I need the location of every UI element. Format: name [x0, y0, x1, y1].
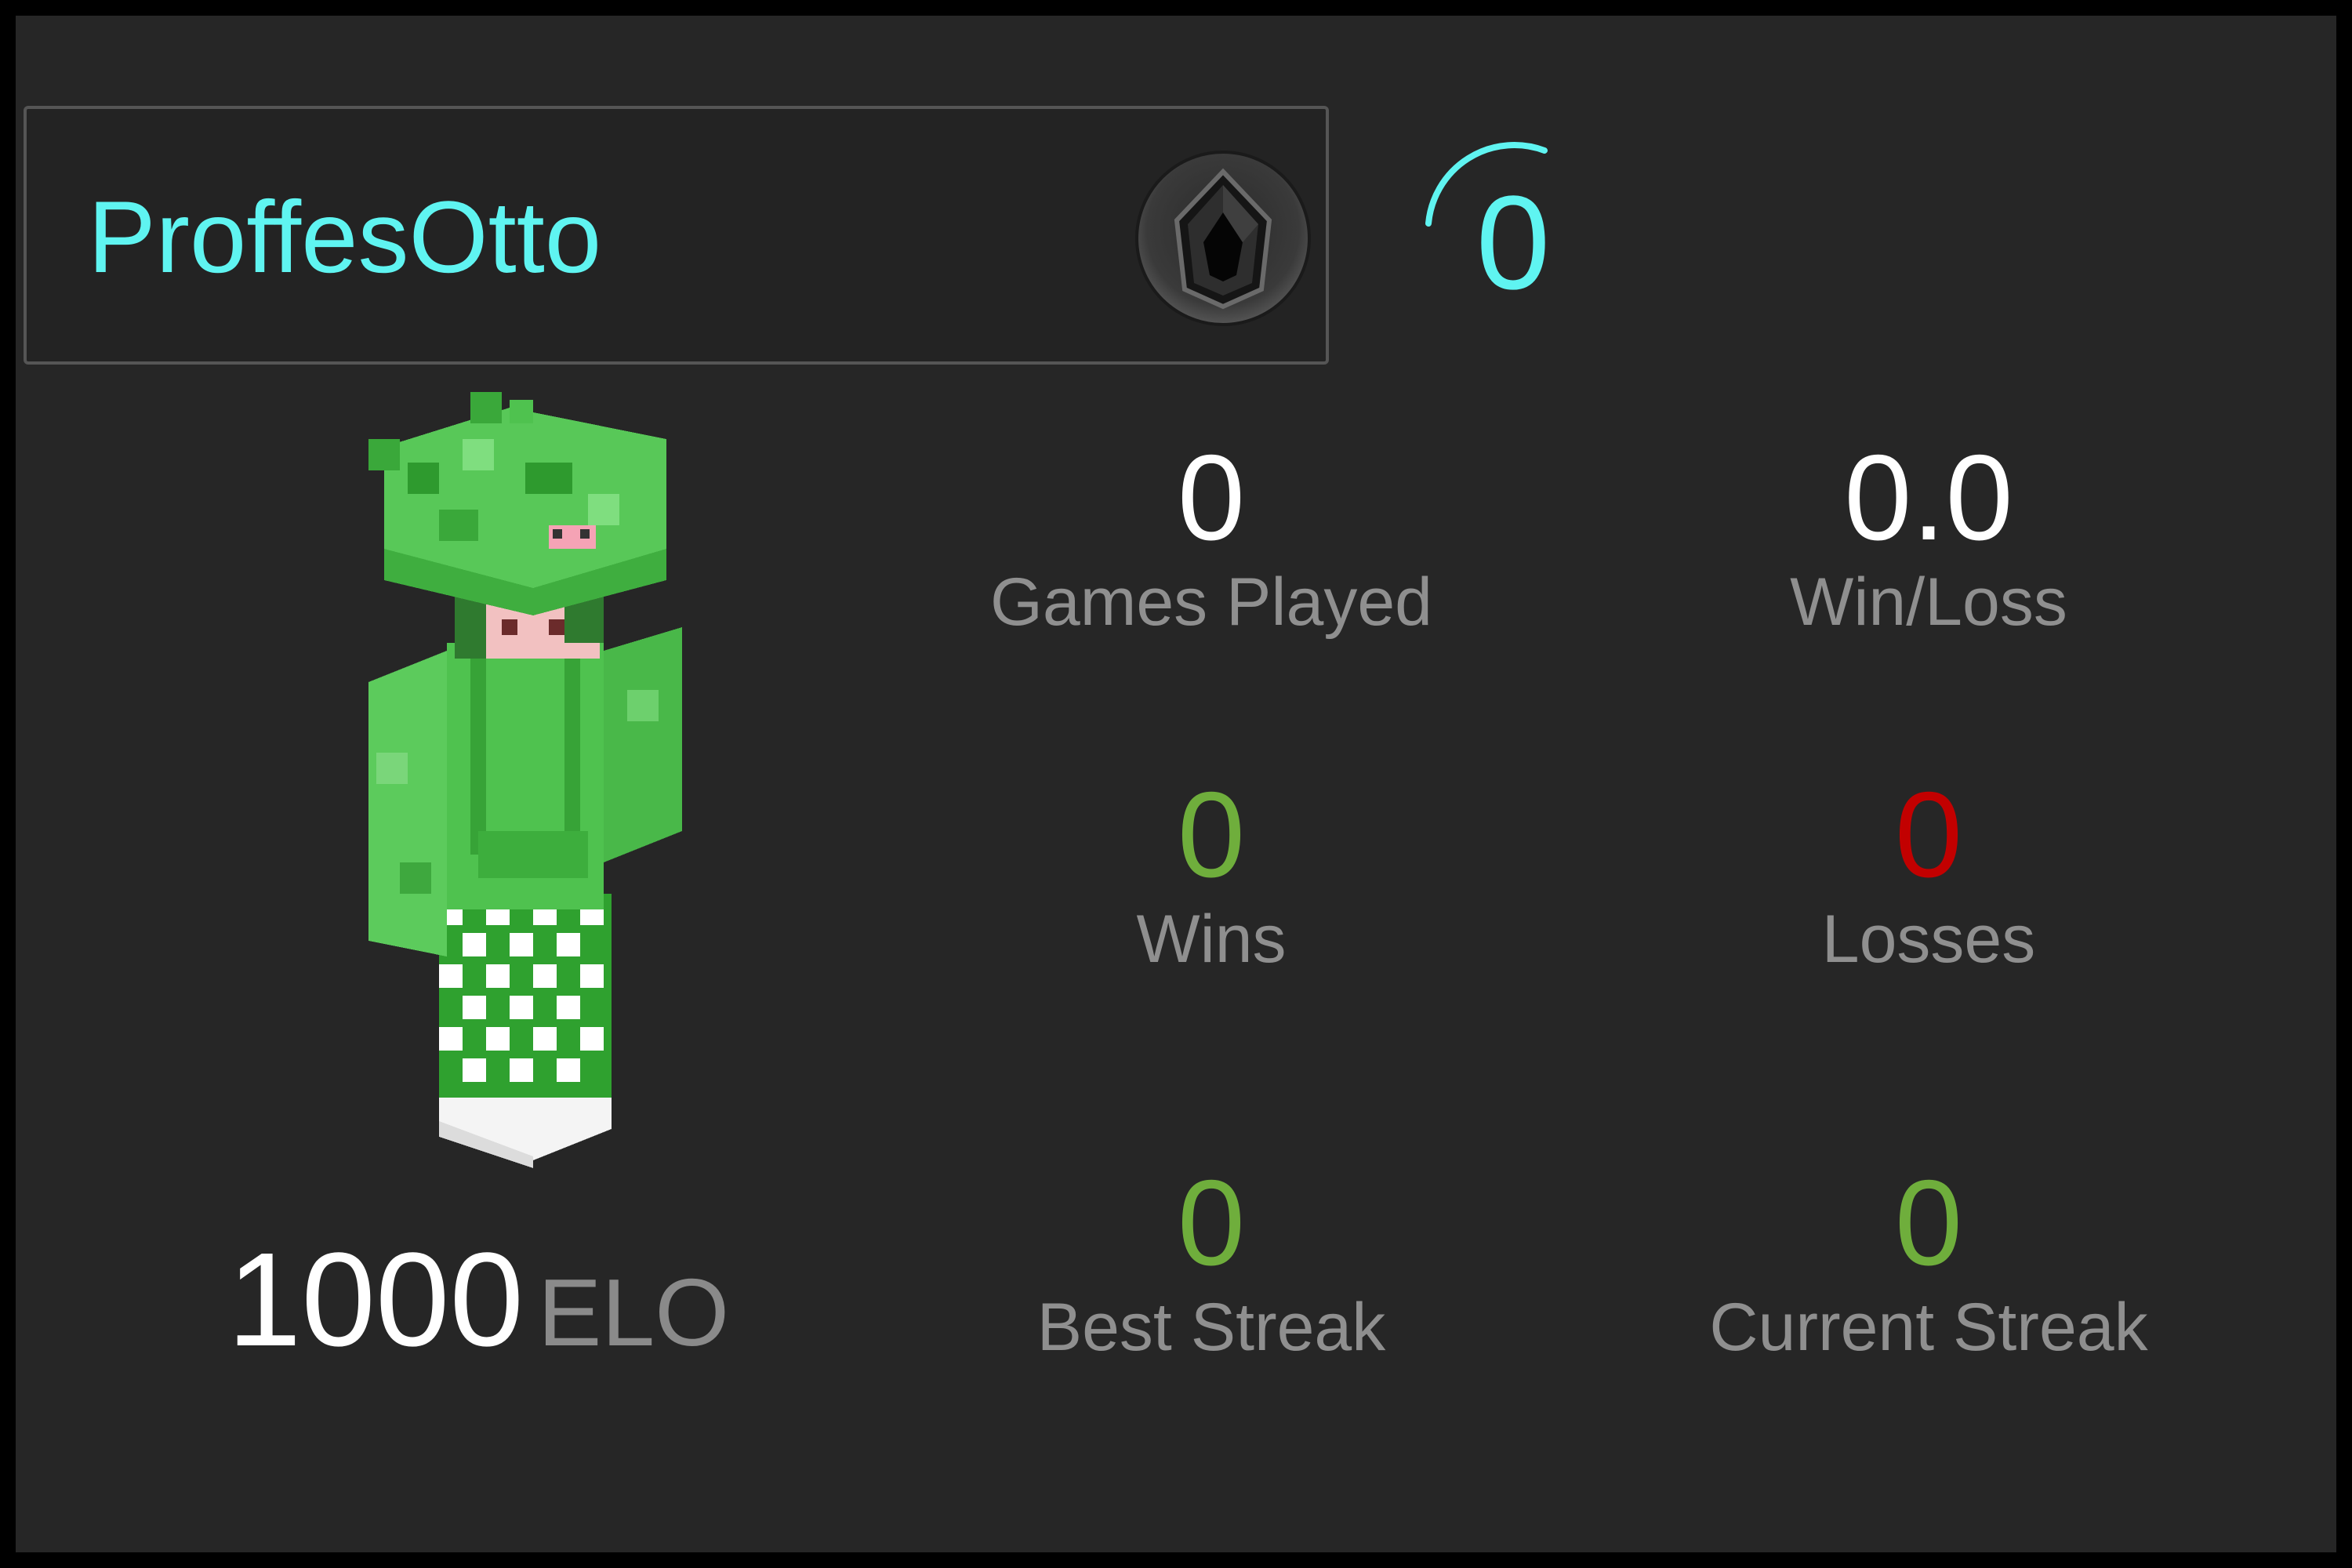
level-indicator: 0	[1411, 133, 1584, 321]
games-played-label: Games Played	[989, 564, 1433, 640]
win-loss-label: Win/Loss	[1790, 564, 2067, 640]
elo-value: 1000	[227, 1225, 524, 1374]
current-streak-value: 0	[1894, 1155, 1963, 1290]
stat-best-streak: 0 Best Streak	[937, 1156, 1486, 1367]
best-streak-label: Best Streak	[1036, 1290, 1386, 1365]
player-name-box: ProffesOtto	[24, 106, 1329, 365]
obsidian-gem-icon	[1135, 151, 1311, 326]
player-name: ProffesOtto	[88, 180, 602, 294]
stat-wins: 0 Wins	[937, 768, 1486, 978]
stat-win-loss: 0.0 Win/Loss	[1654, 431, 2203, 641]
elo-rating: 1000 ELO	[196, 1223, 760, 1377]
wins-value: 0	[1177, 767, 1246, 902]
games-played-value: 0	[1177, 430, 1246, 565]
elo-unit: ELO	[538, 1259, 730, 1366]
player-skin-render	[368, 392, 682, 1168]
stat-games-played: 0 Games Played	[937, 431, 1486, 641]
losses-value: 0	[1894, 767, 1963, 902]
current-streak-label: Current Streak	[1709, 1290, 2148, 1365]
level-value: 0	[1475, 169, 1551, 318]
win-loss-value: 0.0	[1844, 430, 2013, 565]
stat-current-streak: 0 Current Streak	[1654, 1156, 2203, 1367]
stat-losses: 0 Losses	[1654, 768, 2203, 978]
player-stats-card: ProffesOtto 0 1000 ELO 0 Games Played 0.…	[0, 0, 2352, 1568]
wins-label: Wins	[1136, 902, 1287, 977]
best-streak-value: 0	[1177, 1155, 1246, 1290]
losses-label: Losses	[1821, 902, 2036, 977]
